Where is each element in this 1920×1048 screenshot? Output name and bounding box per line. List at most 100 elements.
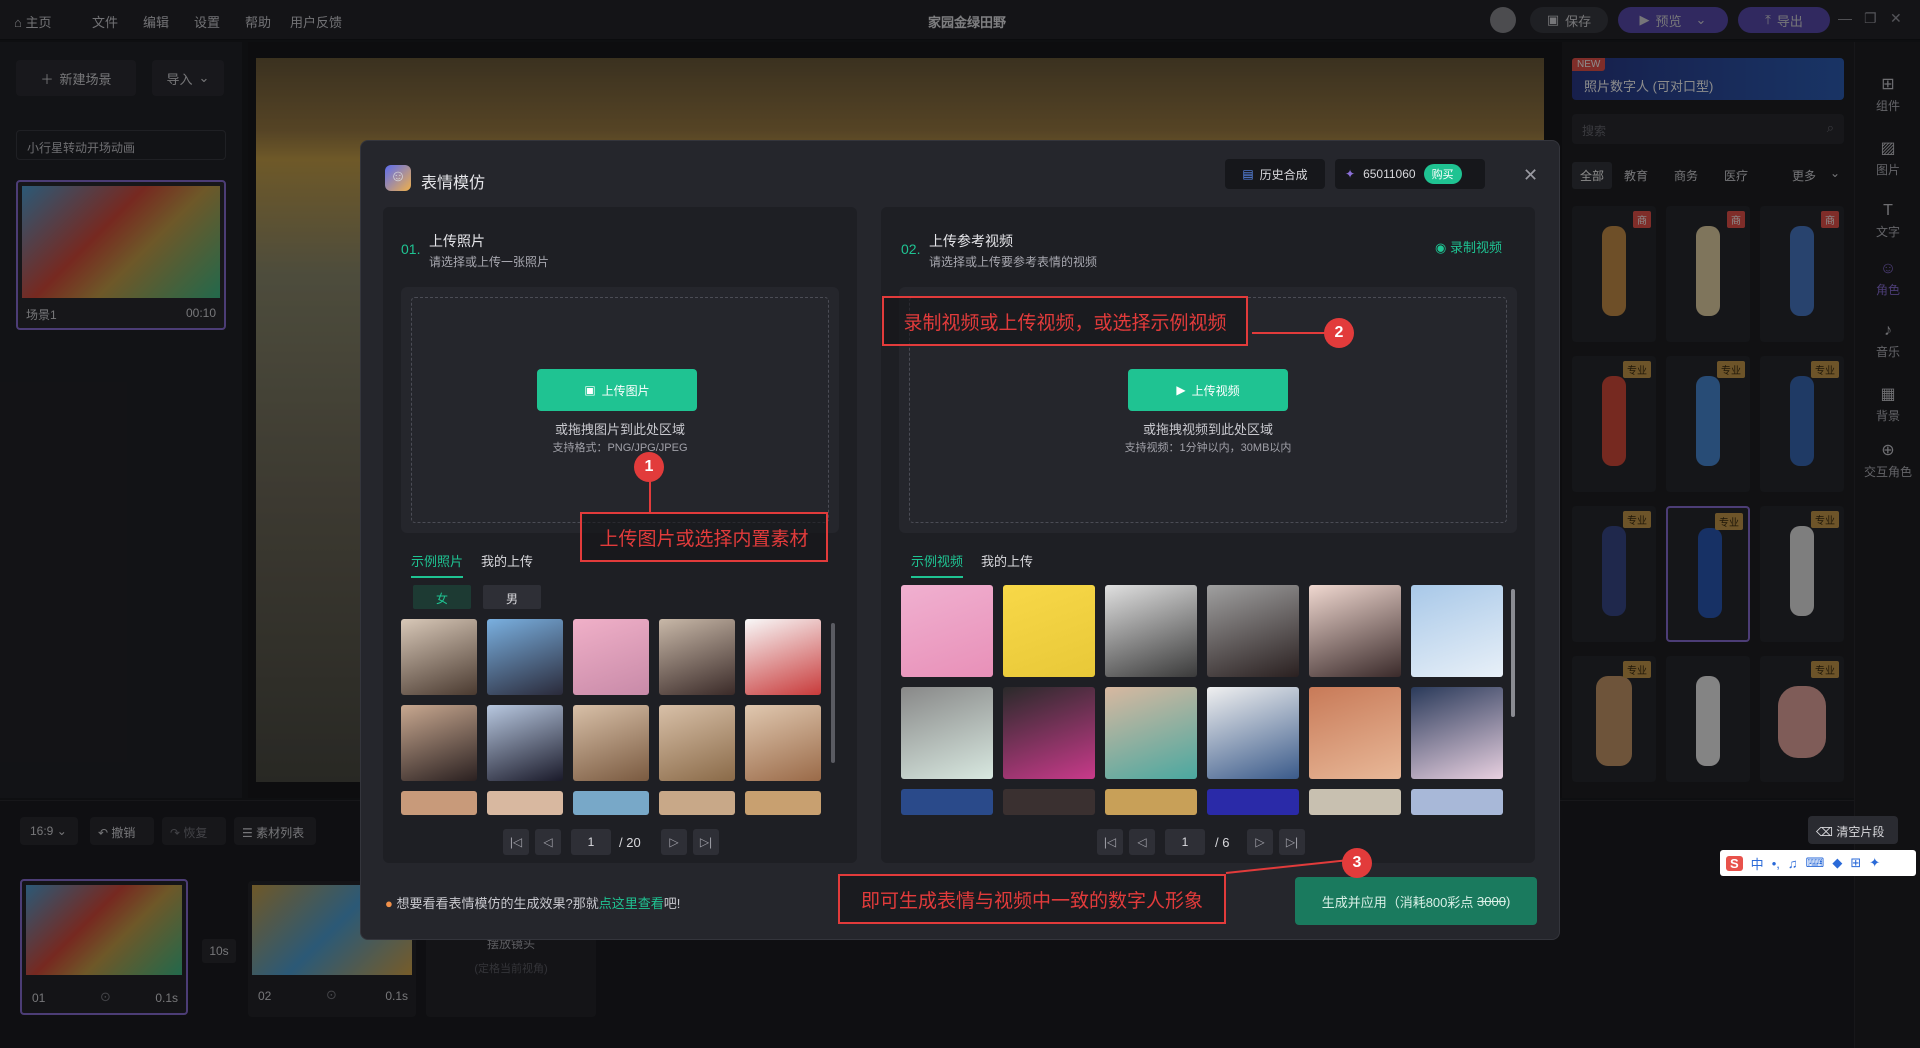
emoji-icon: ☺ (385, 165, 411, 191)
history-label: 历史合成 (1259, 167, 1308, 182)
example-video[interactable] (901, 789, 993, 815)
format-hint: 支持格式：PNG/JPG/JPEG (552, 442, 688, 454)
page-input[interactable]: 1 (571, 829, 611, 855)
last-page-button[interactable]: ▷| (1279, 829, 1305, 855)
example-photo[interactable] (487, 705, 563, 781)
example-video[interactable] (1003, 585, 1095, 677)
example-photo[interactable] (401, 791, 477, 815)
broom-icon: ⌫ (1816, 825, 1833, 839)
example-photo[interactable] (401, 705, 477, 781)
example-photo[interactable] (573, 791, 649, 815)
example-photo[interactable] (573, 619, 649, 695)
example-video[interactable] (1207, 585, 1299, 677)
first-page-button[interactable]: |◁ (1097, 829, 1123, 855)
example-video[interactable] (1003, 789, 1095, 815)
record-video-button[interactable]: ◉ 录制视频 (1435, 237, 1502, 256)
example-photo[interactable] (745, 705, 821, 781)
clear-segment-label: 清空片段 (1836, 825, 1885, 839)
record-icon: ◉ (1435, 240, 1447, 255)
drop-hint: 或拖拽图片到此处区域 (554, 422, 685, 437)
example-photo[interactable] (659, 705, 735, 781)
example-photo[interactable] (745, 619, 821, 695)
example-video[interactable] (1105, 789, 1197, 815)
tab-example-photos[interactable]: 示例照片 (411, 551, 464, 578)
example-video[interactable] (1105, 585, 1197, 677)
tab-my-uploads[interactable]: 我的上传 (981, 551, 1033, 570)
upload-image-button[interactable]: ▣ 上传图片 (537, 369, 697, 411)
example-video[interactable] (1309, 789, 1401, 815)
points-value: 65011060 (1363, 167, 1416, 181)
step-subtitle: 请选择或上传要参考表情的视频 (929, 255, 1098, 269)
page-input[interactable]: 1 (1165, 829, 1205, 855)
close-icon[interactable]: ✕ (1523, 165, 1538, 186)
annotation-number: 1 (634, 452, 664, 482)
footer-tip: ● 想要看看表情模仿的生成效果?那就点这里查看吧! (385, 893, 680, 912)
photo-dropzone[interactable]: ▣ 上传图片 或拖拽图片到此处区域 支持格式：PNG/JPG/JPEG (401, 287, 839, 533)
step-title: 上传照片 (429, 233, 485, 249)
next-page-button[interactable]: ▷ (1247, 829, 1273, 855)
next-page-button[interactable]: ▷ (661, 829, 687, 855)
history-icon: ▤ (1242, 167, 1254, 181)
prev-page-button[interactable]: ◁ (535, 829, 561, 855)
drop-hint: 或拖拽视频到此处区域 (1142, 422, 1273, 437)
skin-icon: ◆ (1832, 855, 1843, 870)
prev-page-button[interactable]: ◁ (1129, 829, 1155, 855)
upload-video-button[interactable]: ▶ 上传视频 (1128, 369, 1288, 411)
expression-mimic-dialog: ☺ 表情模仿 ▤ 历史合成 ✦ 65011060 购买 ✕ 01. 上传照片 请选… (360, 140, 1560, 940)
example-video[interactable] (1411, 585, 1503, 677)
tab-my-uploads[interactable]: 我的上传 (481, 551, 533, 570)
ime-mode: 中 (1750, 856, 1764, 872)
example-video[interactable] (1207, 789, 1299, 815)
example-photo[interactable] (487, 619, 563, 695)
upload-image-label: 上传图片 (601, 383, 650, 398)
page-total: / 20 (619, 835, 641, 850)
tools-icon: ✦ (1869, 855, 1881, 870)
upload-video-label: 上传视频 (1191, 383, 1240, 398)
example-photo[interactable] (659, 791, 735, 815)
example-photo[interactable] (401, 619, 477, 695)
mic-icon: ♫ (1787, 855, 1798, 871)
example-photo[interactable] (487, 791, 563, 815)
clear-segment-button[interactable]: ⌫ 清空片段 (1808, 816, 1898, 844)
example-video[interactable] (1003, 687, 1095, 779)
history-button[interactable]: ▤ 历史合成 (1225, 159, 1325, 189)
annotation-label: 录制视频或上传视频，或选择示例视频 (882, 296, 1248, 346)
example-photo[interactable] (659, 619, 735, 695)
view-examples-link[interactable]: 点这里查看 (599, 896, 664, 911)
example-video[interactable] (1309, 687, 1401, 779)
filter-female[interactable]: 女 (413, 585, 471, 609)
lightbulb-icon: ● (385, 896, 393, 911)
buy-button[interactable]: 购买 (1423, 164, 1462, 184)
step-subtitle: 请选择或上传一张照片 (429, 255, 550, 269)
annotation-label: 上传图片或选择内置素材 (580, 512, 828, 562)
example-photo[interactable] (573, 705, 649, 781)
grid-icon: ⊞ (1850, 855, 1862, 870)
footer-text-end: 吧! (663, 896, 681, 911)
page-total: / 6 (1215, 835, 1230, 850)
last-page-button[interactable]: ▷| (693, 829, 719, 855)
sparkle-icon: ✦ (1345, 167, 1356, 181)
scrollbar[interactable] (831, 623, 835, 763)
example-video[interactable] (1207, 687, 1299, 779)
tab-example-videos[interactable]: 示例视频 (911, 551, 964, 578)
filter-male[interactable]: 男 (483, 585, 541, 609)
annotation-number: 3 (1342, 848, 1372, 878)
example-video[interactable] (1411, 687, 1503, 779)
example-video[interactable] (1411, 789, 1503, 815)
scrollbar[interactable] (1511, 589, 1515, 717)
original-cost: 3000 (1477, 893, 1506, 909)
example-photo[interactable] (745, 791, 821, 815)
video-upload-icon: ▶ (1176, 383, 1186, 397)
annotation-number: 2 (1324, 318, 1354, 348)
example-video[interactable] (901, 585, 993, 677)
ime-toolbar[interactable]: S 中 •, ♫ ⌨ ◆ ⊞ ✦ (1720, 850, 1916, 876)
generate-label: 生成并应用（消耗800彩点 (1321, 894, 1474, 910)
annotation-line (649, 480, 651, 512)
step-title: 上传参考视频 (929, 233, 1013, 249)
first-page-button[interactable]: |◁ (503, 829, 529, 855)
example-video[interactable] (1309, 585, 1401, 677)
generate-apply-button[interactable]: 生成并应用（消耗800彩点 3000) (1295, 877, 1537, 925)
example-video[interactable] (901, 687, 993, 779)
example-video[interactable] (1105, 687, 1197, 779)
format-hint: 支持视频：1分钟以内，30MB以内 (1124, 442, 1292, 454)
